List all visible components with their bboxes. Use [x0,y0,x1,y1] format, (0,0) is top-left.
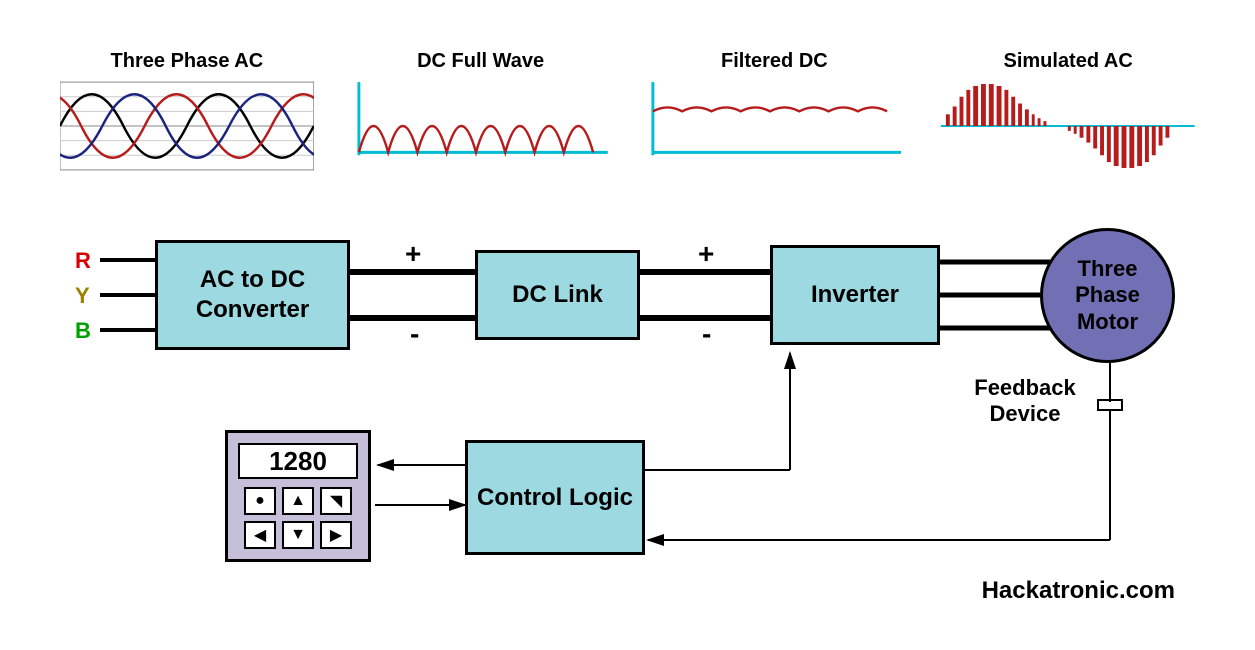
block-label: Control Logic [477,483,633,513]
waveform-filtered-dc: Filtered DC [648,50,902,171]
filtered-dc-wave-icon [648,81,902,171]
waveform-title: Simulated AC [1003,50,1132,73]
keypad-btn-diag[interactable]: ◥ [320,487,352,515]
motor-label: Three Phase Motor [1043,256,1172,335]
waveform-three-phase: Three Phase AC [60,50,314,171]
feedback-device-label: Feedback Device [960,375,1090,427]
keypad-btn-down[interactable]: ▼ [282,521,314,549]
waveform-row: Three Phase AC DC Full Wave Filtered DC [60,50,1195,171]
plus-label-1: + [405,238,421,270]
inverter-block: Inverter [770,245,940,345]
waveform-simulated-ac: Simulated AC [941,50,1195,171]
keypad-device: 1280 ● ▲ ◥ ◀ ▼ ▶ [225,430,371,562]
phase-b-label: B [75,318,91,344]
block-label: Inverter [811,280,899,310]
keypad-btn-record[interactable]: ● [244,487,276,515]
phase-r-label: R [75,248,91,274]
minus-label-2: - [702,318,711,350]
keypad-btn-up[interactable]: ▲ [282,487,314,515]
plus-label-2: + [698,238,714,270]
control-logic-block: Control Logic [465,440,645,555]
motor-block: Three Phase Motor [1040,228,1175,363]
keypad-buttons: ● ▲ ◥ ◀ ▼ ▶ [244,487,352,549]
keypad-display: 1280 [238,443,358,479]
simulated-ac-wave-icon [941,81,1195,171]
waveform-title: DC Full Wave [417,50,544,73]
block-label: AC to DC Converter [158,265,347,325]
waveform-dc-full: DC Full Wave [354,50,608,171]
keypad-btn-right[interactable]: ▶ [320,521,352,549]
attribution-label: Hackatronic.com [982,577,1175,605]
dc-link-block: DC Link [475,250,640,340]
phase-y-label: Y [75,283,90,309]
keypad-btn-left[interactable]: ◀ [244,521,276,549]
three-phase-wave-icon [60,81,314,171]
ac-dc-converter-block: AC to DC Converter [155,240,350,350]
waveform-title: Filtered DC [721,50,828,73]
dc-full-wave-icon [354,81,608,171]
block-label: DC Link [512,280,603,310]
waveform-title: Three Phase AC [111,50,264,73]
minus-label-1: - [410,318,419,350]
